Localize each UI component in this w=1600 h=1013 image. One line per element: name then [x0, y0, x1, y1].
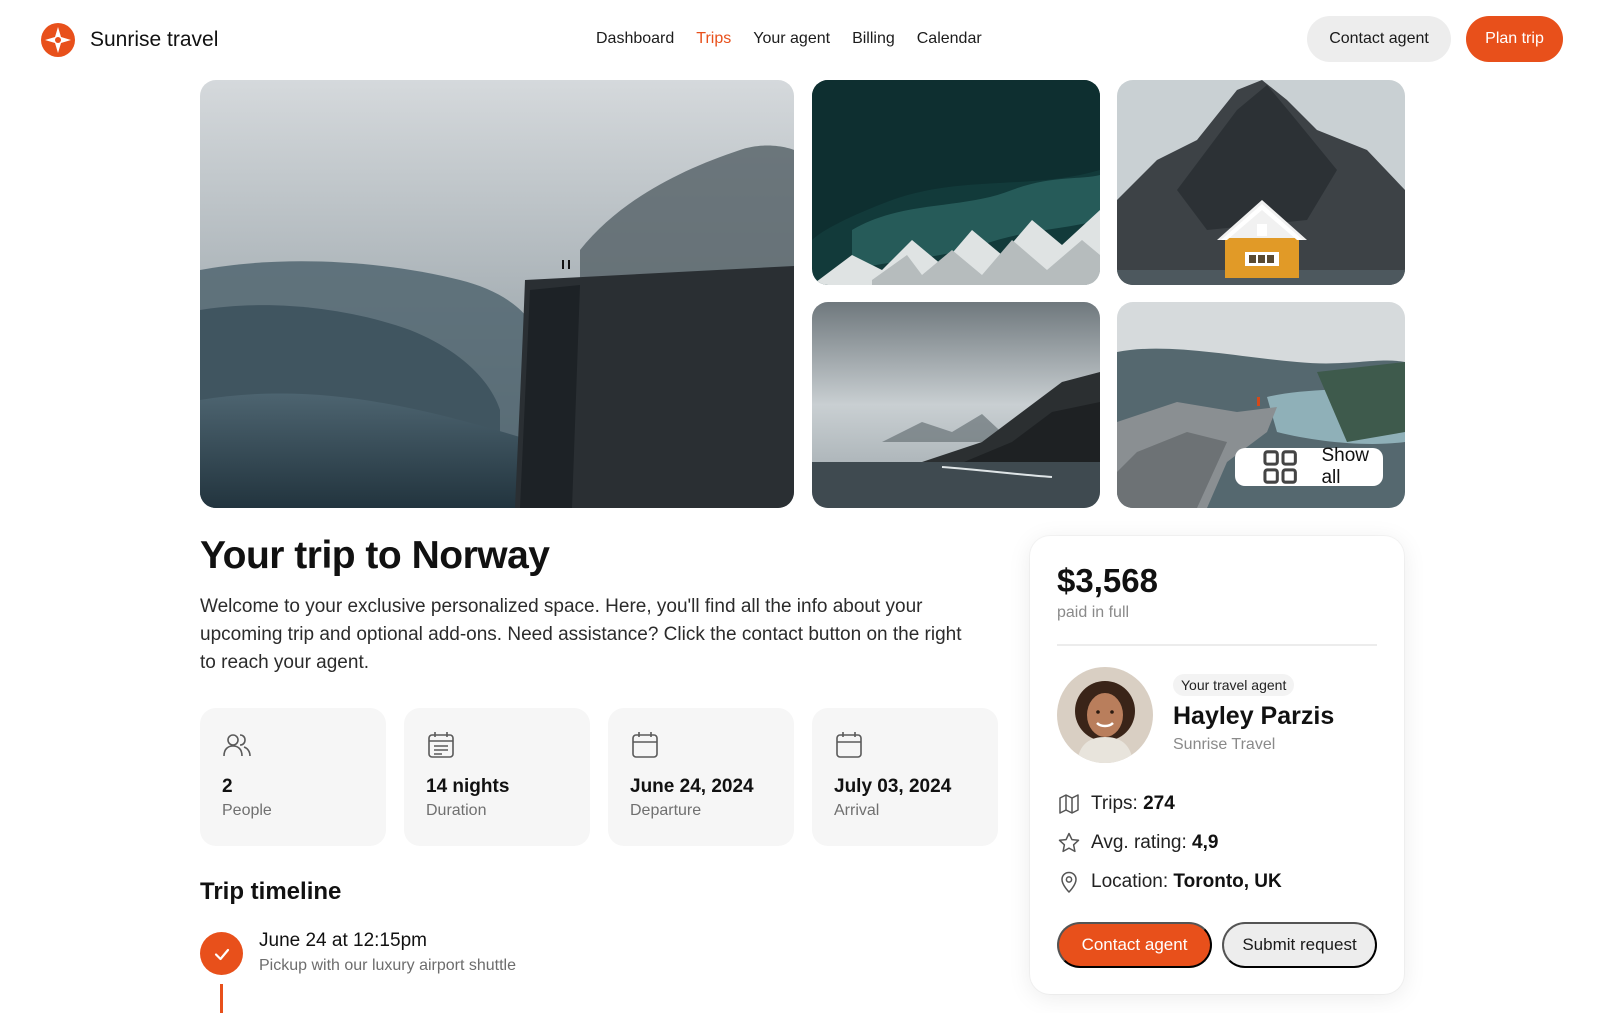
agent-role-badge: Your travel agent — [1173, 674, 1295, 696]
agent-name[interactable]: Hayley Parzis — [1173, 702, 1334, 731]
stat-label: Departure — [630, 802, 702, 819]
plan-trip-button[interactable]: Plan trip — [1466, 16, 1563, 62]
timeline-item-description: Pickup with our luxury airport shuttle — [259, 957, 516, 974]
stat-label: Arrival — [834, 802, 880, 819]
page-title: Your trip to Norway — [200, 534, 550, 577]
divider — [1057, 644, 1377, 646]
brand-name: Sunrise travel — [90, 28, 219, 51]
location-label: Location: — [1091, 871, 1169, 892]
location-value: Toronto, UK — [1173, 871, 1282, 892]
submit-request-button[interactable]: Submit request — [1222, 922, 1377, 968]
agent-trips: Trips: 274 — [1057, 792, 1175, 816]
top-bar: Sunrise travel Dashboard Trips Your agen… — [0, 0, 1600, 80]
stat-value: July 03, 2024 — [834, 776, 952, 797]
agent-location: Location: Toronto, UK — [1057, 870, 1282, 894]
people-icon — [223, 734, 251, 757]
map-icon — [1059, 794, 1079, 814]
star-icon — [1058, 832, 1080, 853]
photo-ocean-shore[interactable] — [812, 80, 1100, 285]
location-pin-icon — [1061, 871, 1077, 894]
photo-stormy-coast[interactable] — [812, 302, 1100, 508]
nav-trips[interactable]: Trips — [696, 30, 731, 48]
stat-card-arrival: July 03, 2024 Arrival — [812, 708, 998, 846]
stat-value: June 24, 2024 — [630, 776, 754, 797]
trip-stats: 2 People 14 nights Duration June 24, 202… — [200, 708, 998, 846]
trip-intro: Welcome to your exclusive personalized s… — [200, 596, 962, 673]
trip-price: $3,568 — [1057, 562, 1158, 599]
show-all-label: Show all — [1321, 445, 1369, 488]
sunrise-logo-icon — [41, 23, 75, 57]
brand[interactable]: Sunrise travel — [40, 22, 218, 58]
stat-value: 2 — [222, 776, 233, 797]
stat-label: People — [222, 802, 272, 819]
header-contact-agent-button[interactable]: Contact agent — [1307, 16, 1451, 62]
nav-dashboard[interactable]: Dashboard — [596, 30, 674, 48]
photo-trolltunga-cliff[interactable]: Show all — [1117, 302, 1405, 508]
photo-fjord-cliff[interactable] — [200, 80, 794, 508]
trips-label: Trips: — [1091, 793, 1138, 814]
timeline-title: Trip timeline — [200, 878, 342, 905]
agent-avatar — [1057, 667, 1153, 763]
main-nav: Dashboard Trips Your agent Billing Calen… — [596, 30, 982, 48]
stat-value: 14 nights — [426, 776, 510, 797]
stat-card-departure: June 24, 2024 Departure — [608, 708, 794, 846]
payment-status: paid in full — [1057, 604, 1130, 621]
nav-billing[interactable]: Billing — [852, 30, 895, 48]
timeline-check-icon — [200, 932, 243, 975]
calendar-list-icon — [428, 732, 454, 758]
timeline-item-time: June 24 at 12:15pm — [259, 930, 427, 951]
stat-card-duration: 14 nights Duration — [404, 708, 590, 846]
grid-icon — [1263, 450, 1298, 484]
nav-your-agent[interactable]: Your agent — [753, 30, 830, 48]
rating-label: Avg. rating: — [1091, 832, 1187, 853]
agent-company: Sunrise Travel — [1173, 736, 1276, 753]
stat-card-people: 2 People — [200, 708, 386, 846]
rating-value: 4,9 — [1192, 832, 1219, 853]
calendar-icon — [632, 732, 658, 758]
contact-agent-button[interactable]: Contact agent — [1057, 922, 1212, 968]
trip-summary-card: $3,568 paid in full Your travel agent Ha… — [1030, 536, 1404, 994]
nav-calendar[interactable]: Calendar — [917, 30, 982, 48]
agent-rating: Avg. rating: 4,9 — [1057, 831, 1218, 855]
stat-label: Duration — [426, 802, 487, 819]
timeline-connector — [220, 984, 223, 1013]
calendar-icon — [836, 732, 862, 758]
show-all-button[interactable]: Show all — [1235, 445, 1383, 488]
trips-value: 274 — [1143, 793, 1175, 814]
photo-yellow-house[interactable] — [1117, 80, 1405, 285]
